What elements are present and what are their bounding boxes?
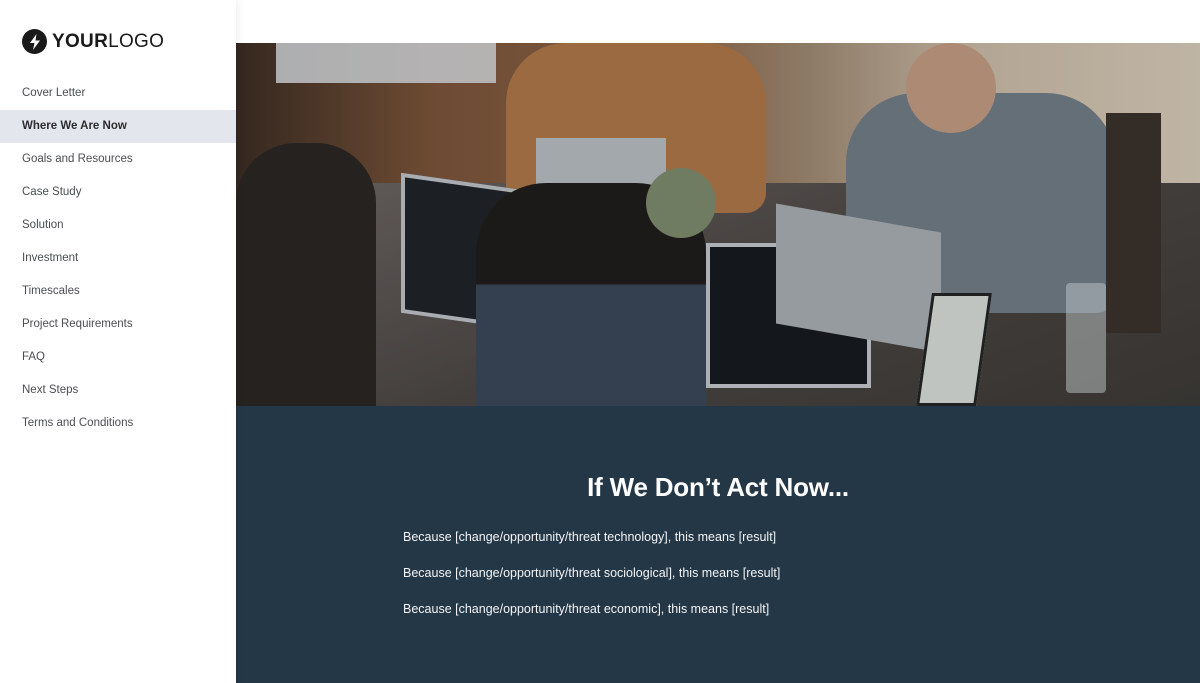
reason-list: Because [change/opportunity/threat techn… [403,529,780,637]
section-title: If We Don’t Act Now... [587,472,849,502]
content-panel: If We Don’t Act Now... Because [change/o… [236,406,1200,683]
reason-line-technology: Because [change/opportunity/threat techn… [403,530,777,544]
nav-item-project-requirements[interactable]: Project Requirements [0,308,236,341]
reason-line-economic: Because [change/opportunity/threat econo… [403,602,770,616]
logo-text-bold: YOUR [52,31,109,52]
section-nav: Cover Letter Where We Are Now Goals and … [0,77,236,440]
logo-text-light: LOGO [108,31,165,52]
nav-item-case-study[interactable]: Case Study [0,176,236,209]
nav-item-terms-and-conditions[interactable]: Terms and Conditions [0,407,236,440]
logo-text: YOURLOGO [52,29,164,54]
hero-image [236,43,1200,406]
nav-item-solution[interactable]: Solution [0,209,236,242]
nav-item-where-we-are-now[interactable]: Where We Are Now [0,110,236,143]
logo[interactable]: YOURLOGO [22,29,164,54]
nav-item-timescales[interactable]: Timescales [0,275,236,308]
top-bar [236,0,1200,43]
sidebar: YOURLOGO Cover Letter Where We Are Now G… [0,0,236,683]
nav-item-goals-and-resources[interactable]: Goals and Resources [0,143,236,176]
photo-overlay [236,43,1200,406]
nav-item-faq[interactable]: FAQ [0,341,236,374]
reason-line-sociological: Because [change/opportunity/threat socio… [403,566,781,580]
nav-item-cover-letter[interactable]: Cover Letter [0,77,236,110]
nav-item-next-steps[interactable]: Next Steps [0,374,236,407]
nav-item-investment[interactable]: Investment [0,242,236,275]
lightning-bolt-icon [22,29,47,54]
